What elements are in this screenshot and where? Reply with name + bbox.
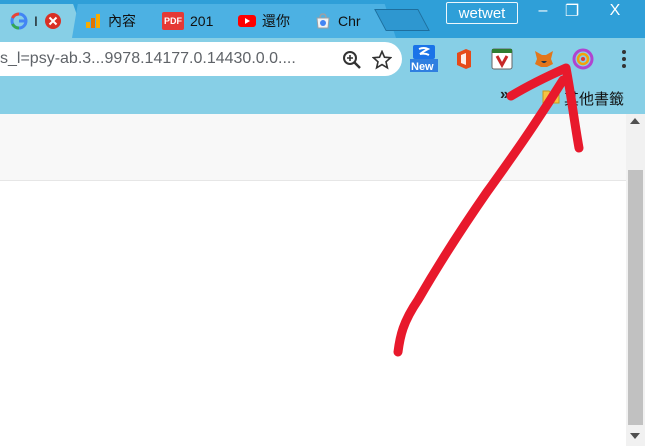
- new-badge: New: [411, 61, 434, 73]
- url-text[interactable]: s_l=psy-ab.3...9978.14177.0.14430.0.0...…: [0, 50, 330, 68]
- new-extension-icon[interactable]: New: [410, 45, 438, 73]
- analytics-icon: [84, 12, 102, 30]
- tab-label: I: [34, 13, 38, 29]
- color-circle-extension-icon[interactable]: [571, 47, 595, 71]
- chrome-web-store-icon: [314, 12, 332, 30]
- window-close-icon: X: [609, 2, 621, 19]
- tab-label: 內容: [108, 13, 136, 29]
- pdf-icon: PDF: [162, 12, 184, 30]
- tab-label: 還你: [262, 13, 290, 29]
- bookmarks-bar: » 其他書籤: [0, 80, 645, 114]
- vertical-scrollbar[interactable]: [626, 114, 645, 446]
- scrollbar-thumb[interactable]: [628, 170, 643, 425]
- google-g-icon: [10, 12, 28, 30]
- mcafee-icon[interactable]: [490, 47, 514, 71]
- tab-label: 201: [190, 13, 214, 29]
- window-close-button[interactable]: X: [590, 1, 640, 21]
- tab-label: Chr: [338, 13, 361, 29]
- profile-button[interactable]: wetwet: [446, 2, 518, 24]
- restore-icon: ❐: [564, 3, 580, 20]
- omnibox[interactable]: s_l=psy-ab.3...9978.14177.0.14430.0.0...…: [0, 42, 402, 76]
- zoom-icon[interactable]: [342, 50, 362, 70]
- folder-icon: [542, 89, 560, 108]
- scroll-up-arrow-icon[interactable]: [630, 118, 640, 124]
- kebab-menu-icon[interactable]: [612, 47, 636, 71]
- restore-button[interactable]: ❐: [558, 1, 586, 21]
- bookmarks-overflow-button[interactable]: »: [500, 86, 509, 104]
- minimize-button[interactable]: –: [528, 1, 558, 21]
- tab-active[interactable]: I: [0, 4, 85, 38]
- close-red-icon[interactable]: [44, 12, 62, 30]
- office-icon[interactable]: [452, 47, 476, 71]
- folder-label: 其他書籤: [564, 91, 625, 108]
- star-icon[interactable]: [371, 49, 393, 70]
- tab-strip: I 內容 PDF 201 還你 Chr wetwet – ❐ X: [0, 0, 645, 38]
- scroll-down-arrow-icon[interactable]: [630, 433, 640, 439]
- youtube-icon: [238, 12, 256, 30]
- metamask-icon[interactable]: [532, 47, 556, 71]
- page-header-area: [0, 114, 626, 181]
- page-content: [0, 181, 626, 444]
- minimize-icon: –: [538, 2, 548, 19]
- toolbar: s_l=psy-ab.3...9978.14177.0.14430.0.0...…: [0, 38, 645, 80]
- other-bookmarks-folder[interactable]: 其他書籤: [542, 88, 624, 109]
